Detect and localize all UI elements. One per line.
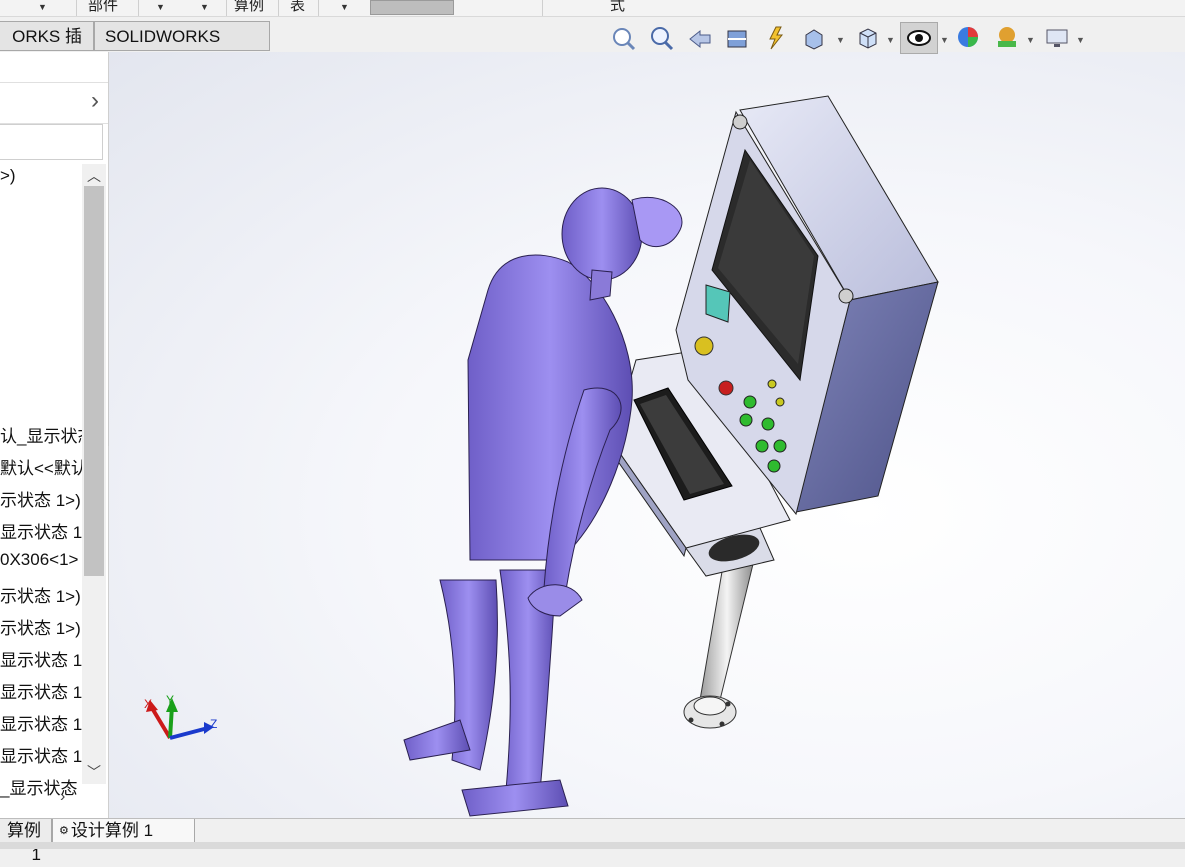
dropdown-arrow-icon[interactable]: ▼ bbox=[836, 35, 845, 45]
zoom-to-area-icon[interactable] bbox=[646, 22, 676, 54]
apply-scene-icon[interactable] bbox=[992, 22, 1022, 54]
tab-study-1[interactable]: 算例 1 bbox=[0, 819, 52, 864]
tree-item[interactable]: 显示状态 1 bbox=[0, 742, 82, 767]
feature-tree: >) 认_显示状态 默认<<默认 示状态 1>) 显示状态 1 0X306<1>… bbox=[0, 162, 82, 802]
dropdown-arrow-icon[interactable]: ▼ bbox=[156, 2, 165, 12]
dropdown-arrow-icon[interactable]: ▼ bbox=[1026, 35, 1035, 45]
stand-pole bbox=[683, 559, 755, 729]
zoom-to-fit-icon[interactable] bbox=[608, 22, 638, 54]
model-render: X Y Z bbox=[144, 95, 939, 817]
previous-view-icon[interactable] bbox=[684, 22, 714, 54]
tree-item[interactable]: 显示状态 1 bbox=[0, 518, 82, 543]
tree-vertical-scrollbar[interactable]: ︿ ﹀ bbox=[82, 164, 106, 784]
graphics-viewport[interactable]: X Y Z bbox=[109, 52, 1185, 818]
human-model bbox=[403, 187, 683, 817]
panel-tab-strip bbox=[0, 52, 108, 83]
triad-z-label: Z bbox=[210, 717, 217, 731]
tree-item[interactable]: 默认<<默认 bbox=[0, 454, 82, 479]
edit-appearance-icon[interactable] bbox=[954, 22, 984, 54]
dropdown-arrow-icon[interactable]: ▼ bbox=[200, 2, 209, 12]
tree-item[interactable]: 0X306<1> bbox=[0, 550, 82, 570]
status-bar bbox=[0, 842, 1185, 849]
triad-y-label: Y bbox=[166, 693, 174, 707]
tree-item[interactable]: 示状态 1>) bbox=[0, 582, 82, 607]
tree-item[interactable]: 示状态 1>) bbox=[0, 486, 82, 511]
menu-item-study[interactable]: 算例 bbox=[234, 0, 264, 16]
command-manager-tabs: ORKS 插件 SOLIDWORKS MBD bbox=[0, 21, 270, 76]
coordinate-triad: X Y Z bbox=[144, 693, 217, 740]
design-study-icon: ⚙ bbox=[59, 825, 69, 837]
tab-design-study-1[interactable]: ⚙ 设计算例 1 bbox=[52, 819, 195, 843]
tree-item[interactable]: _显示状态 bbox=[0, 774, 82, 799]
toolbar-placeholder-button[interactable] bbox=[370, 0, 454, 15]
tree-item[interactable]: 示状态 1>) bbox=[0, 614, 82, 639]
tree-item[interactable]: 显示状态 1 bbox=[0, 678, 82, 703]
feature-filter-input[interactable] bbox=[0, 124, 103, 160]
tree-item[interactable]: >) bbox=[0, 166, 82, 186]
scrollbar-thumb[interactable] bbox=[84, 186, 104, 576]
display-style-icon[interactable] bbox=[852, 22, 882, 54]
dropdown-arrow-icon[interactable]: ▼ bbox=[38, 2, 47, 12]
scroll-down-icon[interactable]: ﹀ bbox=[87, 762, 101, 782]
hide-show-items-icon[interactable] bbox=[900, 22, 938, 54]
view-settings-icon[interactable] bbox=[1042, 22, 1072, 54]
menu-item-part[interactable]: 部件 bbox=[88, 0, 118, 16]
tab-label: 设计算例 1 bbox=[70, 821, 154, 840]
chevron-right-icon[interactable]: › bbox=[91, 87, 99, 115]
dropdown-arrow-icon[interactable]: ▼ bbox=[340, 2, 349, 12]
scroll-right-icon[interactable]: › bbox=[60, 788, 65, 806]
panel-expand-row[interactable]: › bbox=[0, 83, 108, 124]
tree-item[interactable]: 显示状态 1 bbox=[0, 710, 82, 735]
tab-solidworks-mbd[interactable]: SOLIDWORKS MBD bbox=[94, 21, 270, 76]
triad-x-label: X bbox=[144, 697, 152, 711]
tab-solidworks-addins[interactable]: ORKS 插件 bbox=[0, 21, 94, 76]
menu-item-formula[interactable]: 式 bbox=[610, 0, 625, 16]
dropdown-arrow-icon[interactable]: ▼ bbox=[940, 35, 949, 45]
feature-manager-panel: › >) 认_显示状态 默认<<默认 示状态 1>) 显示状态 1 0X306<… bbox=[0, 52, 109, 818]
tree-item[interactable]: 认_显示状态 bbox=[0, 422, 82, 447]
dynamic-annotation-icon[interactable] bbox=[760, 22, 790, 54]
menu-item-table[interactable]: 表 bbox=[290, 0, 305, 16]
view-orientation-icon[interactable] bbox=[798, 22, 828, 54]
tree-item[interactable]: 显示状态 1 bbox=[0, 646, 82, 671]
section-view-icon[interactable] bbox=[722, 22, 752, 54]
top-menu-bar: ▼ 部件 ▼ ▼ 算例 表 ▼ 式 bbox=[0, 0, 1185, 17]
dropdown-arrow-icon[interactable]: ▼ bbox=[1076, 35, 1085, 45]
dropdown-arrow-icon[interactable]: ▼ bbox=[886, 35, 895, 45]
scroll-up-icon[interactable]: ︿ bbox=[87, 166, 101, 186]
